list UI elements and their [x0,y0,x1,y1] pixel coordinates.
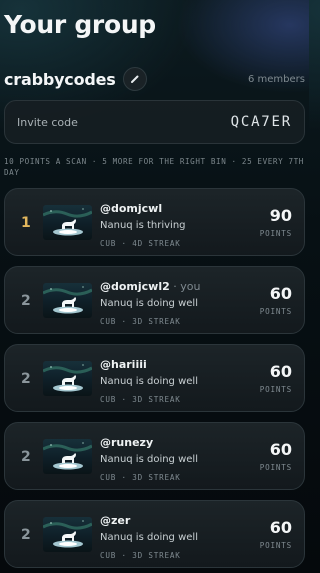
member-handle: @domjcwl2 · you [100,280,201,293]
member-streak: CUB · 3D STREAK [100,395,181,404]
member-status: Nanuq is doing well [100,532,198,543]
member-points: 60 [269,362,292,381]
leaderboard-row[interactable]: 1 @domjcwl Nanuq is thriving CUB · 4D ST… [4,188,305,256]
polar-bear-avatar-icon [43,361,92,396]
rank-number: 1 [21,215,31,231]
rank-number: 2 [21,293,31,309]
member-handle: @runezy [100,436,154,449]
leaderboard-row[interactable]: 2 @domjcwl2 · you Nanuq is doing well CU… [4,266,305,334]
member-handle: @domjcwl [100,202,163,215]
invite-code-value[interactable]: QCA7ER [231,114,292,130]
member-status: Nanuq is doing well [100,298,198,309]
scoring-rules: 10 points a scan · 5 more for the right … [4,157,304,177]
member-handle: @hariiii [100,358,147,371]
page-title: Your group [4,10,156,39]
polar-bear-avatar-icon [43,517,92,552]
member-streak: CUB · 3D STREAK [100,473,181,482]
member-status: Nanuq is doing well [100,376,198,387]
points-label: POINTS [259,385,292,394]
member-points: 60 [269,518,292,537]
rank-number: 2 [21,527,31,543]
rank-number: 2 [21,371,31,387]
points-label: POINTS [259,541,292,550]
edit-group-button[interactable] [122,67,147,91]
member-streak: CUB · 4D STREAK [100,239,181,248]
group-name: crabbycodes [4,69,116,89]
polar-bear-avatar-icon [43,439,92,474]
points-label: POINTS [259,307,292,316]
invite-code-label: Invite code [17,115,78,129]
member-points: 90 [269,206,292,225]
member-status: Nanuq is doing well [100,454,198,465]
member-status: Nanuq is thriving [100,220,186,231]
pencil-icon [130,75,139,83]
points-label: POINTS [259,463,292,472]
leaderboard-row[interactable]: 2 @hariiii Nanuq is doing well CUB · 3D … [4,344,305,412]
leaderboard-row[interactable]: 2 @runezy Nanuq is doing well CUB · 3D S… [4,422,305,490]
invite-code-box[interactable]: Invite code QCA7ER [4,100,305,144]
rank-number: 2 [21,449,31,465]
member-points: 60 [269,440,292,459]
member-streak: CUB · 3D STREAK [100,551,181,560]
member-streak: CUB · 3D STREAK [100,317,181,326]
polar-bear-avatar-icon [43,205,92,240]
group-header: crabbycodes 6 members [4,66,305,92]
points-label: POINTS [259,229,292,238]
member-count: 6 members [248,73,305,85]
member-handle: @zer [100,514,131,527]
leaderboard-row[interactable]: 2 @zer Nanuq is doing well CUB · 3D STRE… [4,500,305,568]
polar-bear-avatar-icon [43,283,92,318]
member-points: 60 [269,284,292,303]
